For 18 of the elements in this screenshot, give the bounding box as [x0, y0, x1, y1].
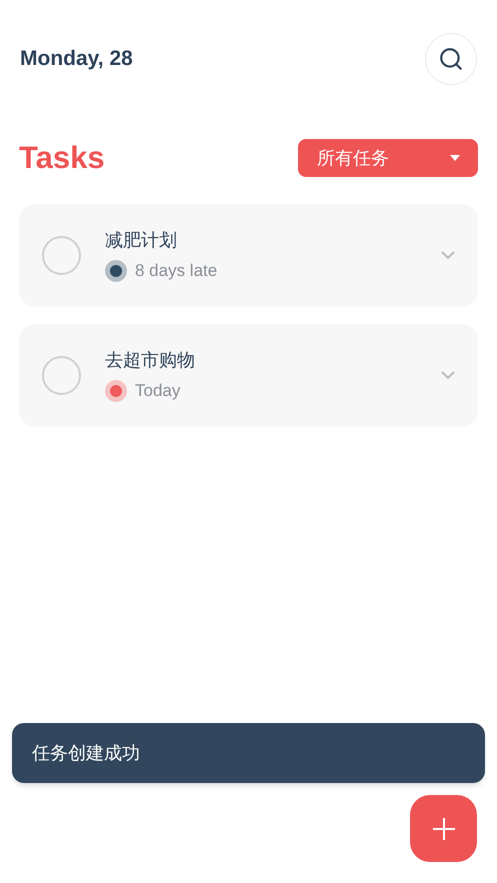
toast-message: 任务创建成功 — [32, 742, 140, 764]
date-heading: Monday, 28 — [20, 46, 133, 72]
task-title: 去超市购物 — [105, 348, 196, 372]
task-card[interactable]: 减肥计划 8 days late — [19, 204, 478, 306]
search-icon — [438, 46, 464, 72]
task-title: 减肥计划 — [105, 228, 178, 252]
chevron-down-icon — [440, 250, 456, 260]
task-checkbox[interactable] — [42, 356, 81, 394]
task-card[interactable]: 去超市购物 Today — [19, 324, 478, 426]
due-label: Today — [135, 380, 180, 402]
plus-icon — [432, 816, 456, 840]
caret-icon — [450, 155, 460, 162]
search-button[interactable] — [425, 33, 477, 85]
due-label: 8 days late — [135, 260, 218, 282]
task-checkbox[interactable] — [42, 236, 81, 274]
section-title: Tasks — [19, 139, 105, 177]
chevron-down-icon — [440, 370, 456, 380]
add-button[interactable] — [410, 795, 477, 862]
